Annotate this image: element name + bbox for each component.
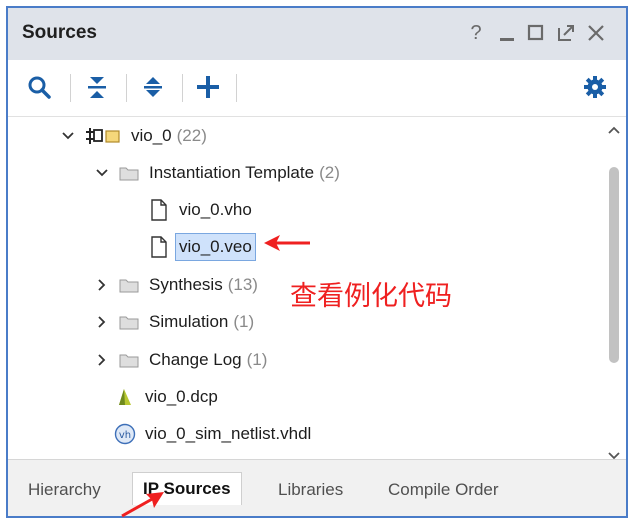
- annotation-arrow-veo: [264, 235, 310, 251]
- tree-node-vio-0-sim-netlist-vhdl[interactable]: vh vio_0_sim_netlist.vhdl: [114, 417, 311, 451]
- collapse-all-icon: [88, 77, 106, 98]
- expand-all-icon: [144, 77, 162, 97]
- tree-node-count: (22): [176, 126, 207, 145]
- tree-node-simulation[interactable]: Simulation (1): [94, 305, 254, 339]
- folder-icon: [118, 311, 140, 333]
- tree-node-label: vio_0_sim_netlist.vhdl: [145, 424, 312, 443]
- tree-node-vio-0-vho[interactable]: vio_0.vho: [148, 193, 252, 227]
- scrollbar-thumb[interactable]: [609, 167, 619, 363]
- tree-node-count: (13): [227, 275, 258, 294]
- chevron-right-icon[interactable]: [94, 277, 110, 293]
- tree-node-count: (1): [246, 350, 268, 369]
- tree-node-label: Simulation: [149, 312, 229, 331]
- annotation-text: 查看例化代码: [290, 281, 452, 312]
- tab-libraries[interactable]: Libraries: [268, 474, 353, 506]
- toolbar-separator: [70, 74, 71, 102]
- tree-node-label: vio_0.vho: [179, 200, 252, 219]
- add-button[interactable]: [191, 70, 225, 104]
- help-button[interactable]: ?: [464, 20, 488, 46]
- toolbar-separator: [236, 74, 237, 102]
- chevron-right-icon[interactable]: [94, 352, 110, 368]
- panel-titlebar: Sources ?: [8, 8, 626, 60]
- tree-node-instantiation-template[interactable]: Instantiation Template (2): [94, 156, 340, 190]
- settings-button[interactable]: [578, 70, 612, 104]
- scroll-up-icon[interactable]: [607, 123, 621, 137]
- toolbar-separator: [126, 74, 127, 102]
- tree-node-change-log[interactable]: Change Log (1): [94, 343, 267, 377]
- tree-node-vio-0[interactable]: vio_0 (22): [60, 119, 207, 153]
- restore-icon: [527, 24, 544, 41]
- chevron-right-icon[interactable]: [94, 314, 110, 330]
- close-icon: [588, 25, 604, 41]
- tree-node-label: vio_0.dcp: [145, 387, 218, 406]
- vertical-scrollbar[interactable]: [602, 117, 626, 460]
- close-button[interactable]: [584, 20, 608, 46]
- checkpoint-icon: [114, 386, 136, 408]
- restore-button[interactable]: [524, 20, 548, 46]
- folder-icon: [118, 349, 140, 371]
- vhdl-file-icon: vh: [114, 423, 136, 445]
- file-icon: [148, 236, 170, 258]
- sources-panel: Sources ? vio_0 (22) Instantiation Templ…: [6, 6, 628, 518]
- folder-icon: [118, 162, 140, 184]
- tree-node-label: Instantiation Template: [149, 163, 315, 182]
- tree-node-label: Change Log: [149, 350, 242, 369]
- panel-title: Sources: [22, 22, 97, 43]
- chevron-down-icon[interactable]: [60, 128, 76, 144]
- toolbar: [8, 60, 626, 117]
- chevron-down-icon[interactable]: [94, 165, 110, 181]
- tab-compile-order[interactable]: Compile Order: [378, 474, 509, 506]
- tree-node-vio-0-veo[interactable]: vio_0.veo: [148, 230, 256, 264]
- search-icon: [28, 76, 51, 99]
- tree-node-label-selected: vio_0.veo: [175, 233, 256, 261]
- file-icon: [148, 199, 170, 221]
- plus-icon: [197, 76, 219, 98]
- minimize-icon: [500, 38, 514, 41]
- tree-node-label: Synthesis: [149, 275, 223, 294]
- bottom-tab-bar: Hierarchy IP Sources Libraries Compile O…: [8, 459, 626, 516]
- collapse-all-button[interactable]: [80, 70, 114, 104]
- tab-hierarchy[interactable]: Hierarchy: [18, 474, 111, 506]
- tree-node-label: vio_0: [131, 126, 172, 145]
- tree-node-count: (1): [233, 312, 255, 331]
- folder-icon: [118, 274, 140, 296]
- float-icon: [558, 25, 574, 41]
- svg-text:vh: vh: [119, 430, 131, 441]
- toolbar-separator: [182, 74, 183, 102]
- expand-all-button[interactable]: [136, 70, 170, 104]
- tree-node-count: (2): [319, 163, 340, 182]
- search-button[interactable]: [22, 70, 56, 104]
- gear-icon: [584, 76, 606, 98]
- tree-node-vio-0-dcp[interactable]: vio_0.dcp: [114, 380, 218, 414]
- minimize-button[interactable]: [495, 20, 519, 46]
- ip-core-icon: [84, 125, 122, 147]
- float-button[interactable]: [554, 20, 578, 46]
- tree-node-synthesis[interactable]: Synthesis (13): [94, 268, 258, 302]
- annotation-arrow-tab: [121, 492, 164, 518]
